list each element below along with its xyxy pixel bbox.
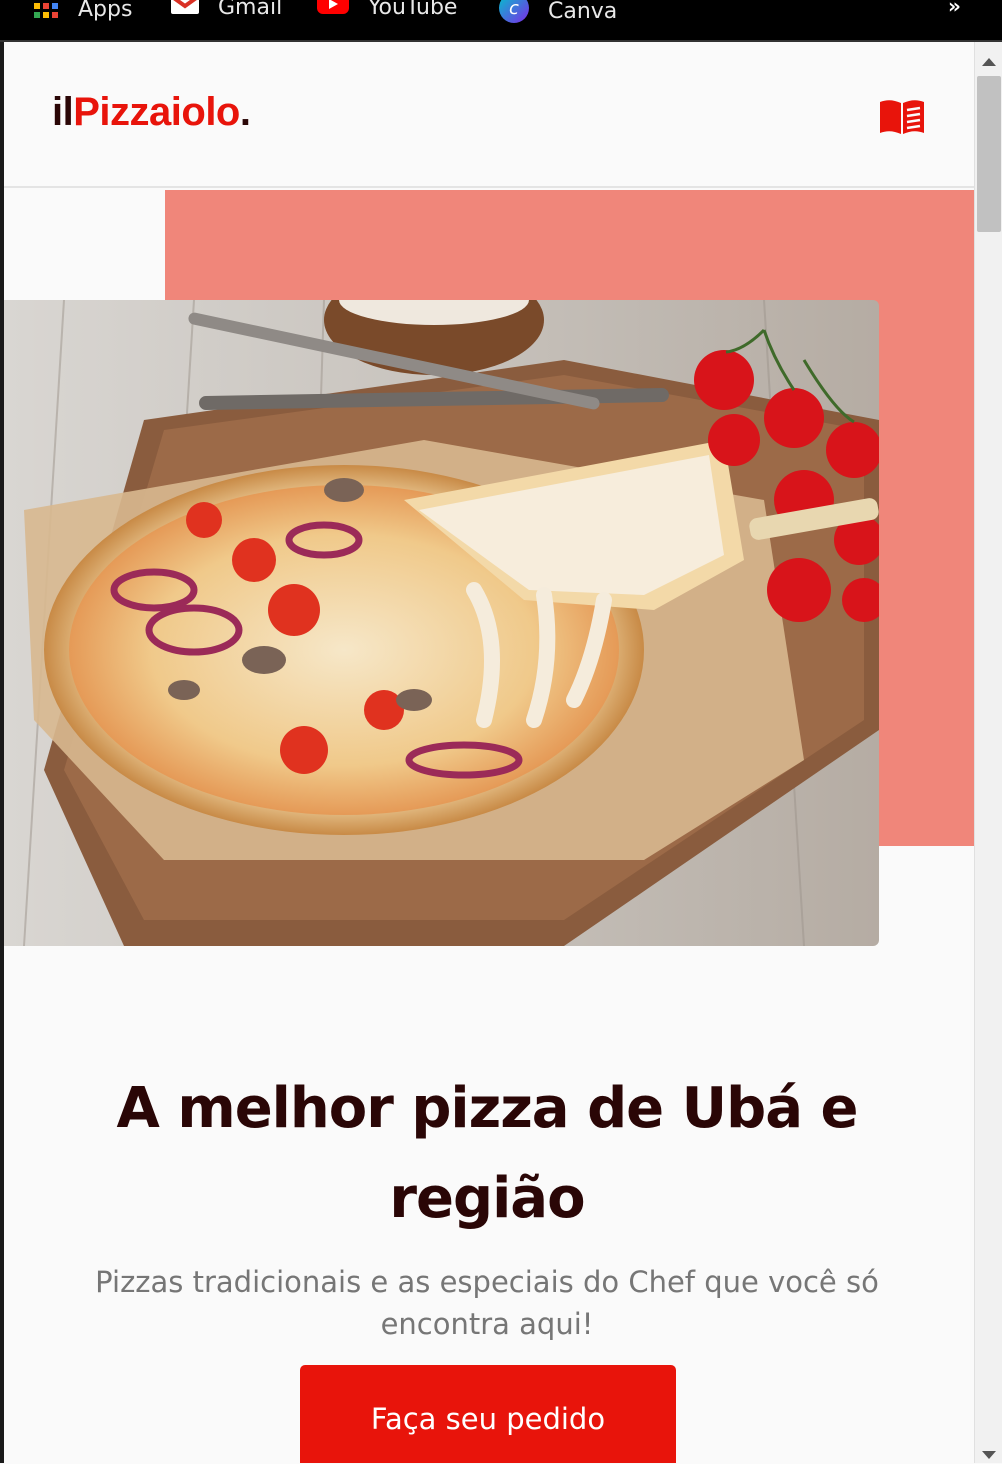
bookmark-gmail-label: Gmail [218,0,283,20]
bookmark-gmail[interactable]: Gmail [170,0,282,22]
bookmarks-overflow-button[interactable]: » [948,0,961,18]
gmail-icon [170,0,200,22]
apps-grid-icon [32,0,60,26]
bookmark-canva-label: Canva [548,0,618,24]
scroll-up-arrow-icon[interactable] [982,52,996,71]
site-logo[interactable]: ilPizzaiolo. [52,90,251,135]
scroll-down-arrow-icon[interactable] [982,1445,996,1464]
site-header: ilPizzaiolo. [4,42,974,188]
hero-pizza-image [4,300,879,946]
page-headline: A melhor pizza de Ubá e região [116,1075,859,1231]
bookmark-canva[interactable]: c Canva [498,0,617,30]
bookmark-apps[interactable]: Apps [32,0,132,26]
page-subtitle: Pizzas tradicionais e as especiais do Ch… [95,1265,879,1341]
vertical-scrollbar[interactable] [974,42,1002,1463]
svg-text:c: c [509,0,519,19]
open-book-menu-icon [878,100,926,140]
bookmark-youtube[interactable]: YouTube [316,0,457,22]
logo-prefix: il [52,90,74,134]
youtube-icon [316,0,350,22]
bookmark-apps-label: Apps [78,0,133,22]
menu-button[interactable] [878,98,926,136]
canva-icon: c [498,0,530,30]
logo-suffix: . [239,90,251,134]
page-viewport: ilPizzaiolo. A melhor pizza de Ubá e reg… [4,42,974,1463]
bookmark-youtube-label: YouTube [368,0,458,20]
order-button[interactable]: Faça seu pedido [300,1365,676,1463]
bookmarks-bar: Apps Gmail YouTube c Canva » [0,0,1002,40]
logo-name: Pizzaiolo [73,90,240,134]
scroll-thumb[interactable] [977,76,1001,232]
